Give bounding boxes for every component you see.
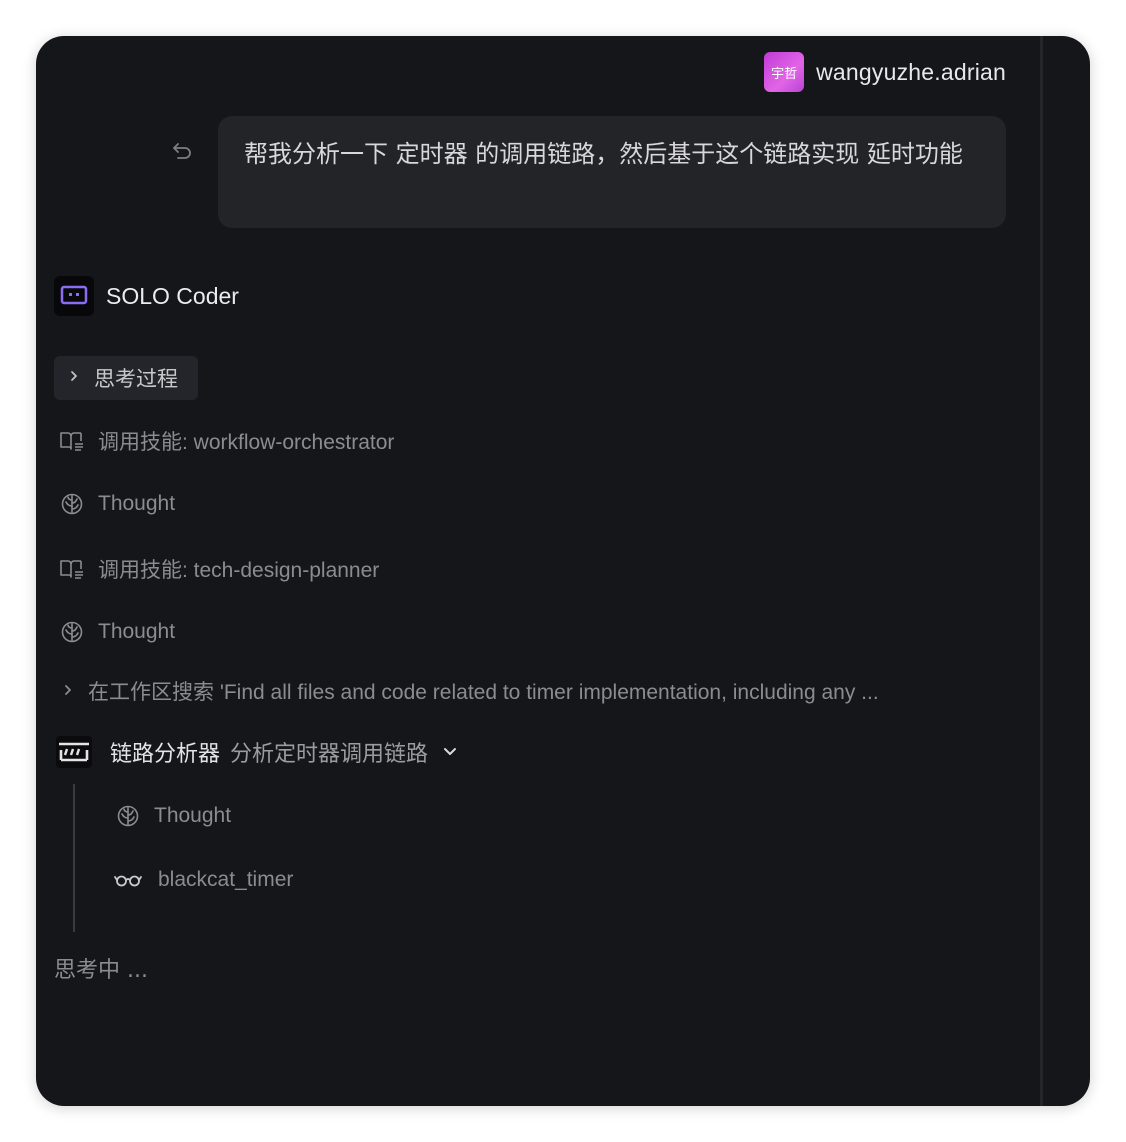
chevron-down-icon[interactable] <box>442 746 458 758</box>
chevron-right-icon <box>62 679 74 703</box>
username: wangyuzhe.adrian <box>816 58 1006 85</box>
chain-analyzer-icon <box>54 732 94 772</box>
step-label: Thought <box>154 804 232 827</box>
user-message: 帮我分析一下 定时器 的调用链路，然后基于这个链路实现 延时功能 <box>218 116 1006 228</box>
step-thought[interactable]: Thought <box>58 490 175 518</box>
step-label: 调用技能: workflow-orchestrator <box>98 431 395 454</box>
glasses-icon <box>114 866 142 894</box>
scrollbar[interactable] <box>1040 36 1043 1106</box>
step-skill-tech-design[interactable]: 调用技能: tech-design-planner <box>58 554 379 584</box>
thinking-process-label: 思考过程 <box>94 367 178 391</box>
chat-window: 宇哲 wangyuzhe.adrian 帮我分析一下 定时器 的调用链路，然后基… <box>36 36 1090 1106</box>
brain-icon <box>58 618 86 646</box>
agent-header: SOLO Coder <box>54 276 239 316</box>
nested-guide-line <box>73 784 75 932</box>
nested-step-read[interactable]: blackcat_timer <box>114 866 293 894</box>
step-thought[interactable]: Thought <box>58 618 175 646</box>
avatar: 宇哲 <box>764 52 805 92</box>
step-label: blackcat_timer <box>158 868 294 891</box>
brain-icon <box>58 490 86 518</box>
book-icon <box>58 427 86 455</box>
thinking-process-toggle[interactable]: 思考过程 <box>54 356 198 400</box>
subagent-name: 链路分析器 <box>110 742 221 767</box>
step-label: 调用技能: tech-design-planner <box>98 559 380 582</box>
subagent-description: 分析定时器调用链路 <box>230 742 429 767</box>
step-label: Thought <box>98 620 176 643</box>
agent-name: SOLO Coder <box>106 282 239 309</box>
book-icon <box>58 555 86 583</box>
robot-icon <box>54 276 94 316</box>
subagent-header[interactable]: 链路分析器 分析定时器调用链路 <box>54 732 458 772</box>
workspace-search-step[interactable]: 在工作区搜索 'Find all files and code related … <box>62 676 992 706</box>
step-skill-workflow[interactable]: 调用技能: workflow-orchestrator <box>58 426 394 456</box>
nested-step-thought[interactable]: Thought <box>114 802 231 830</box>
brain-icon <box>114 802 142 830</box>
workspace-search-label: 在工作区搜索 'Find all files and code related … <box>88 681 879 704</box>
chevron-right-icon <box>68 369 80 388</box>
step-label: Thought <box>98 492 176 515</box>
undo-icon[interactable] <box>166 136 198 168</box>
status-text: 思考中 ... <box>54 958 148 983</box>
user-header: 宇哲 wangyuzhe.adrian <box>764 52 1006 92</box>
